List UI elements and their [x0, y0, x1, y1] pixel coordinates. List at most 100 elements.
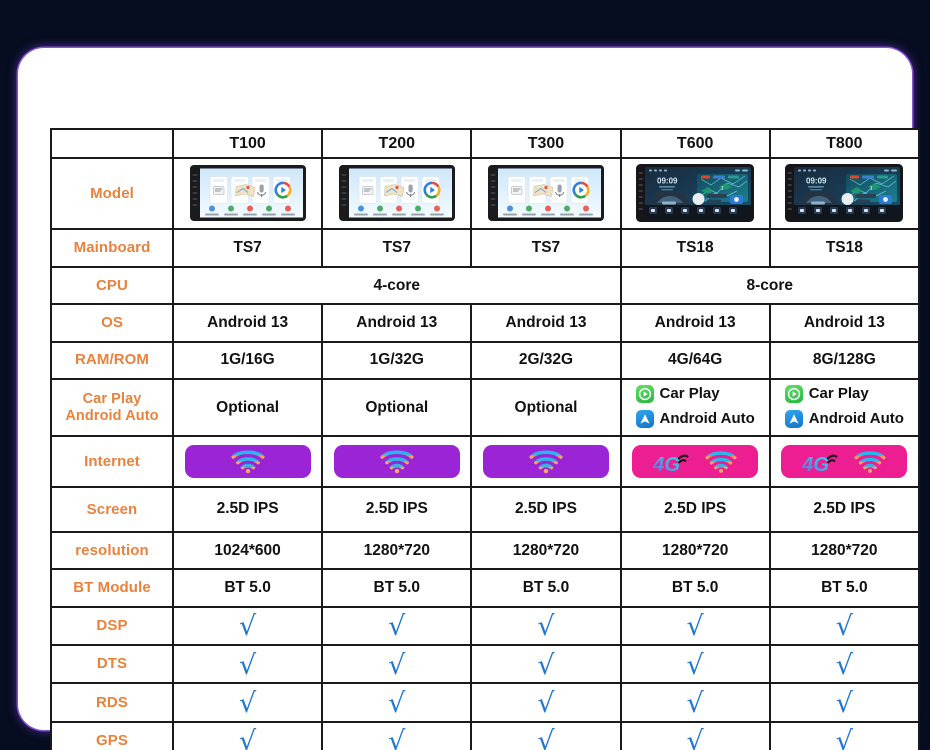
check-mark-icon: √: [537, 726, 555, 750]
column-header-t300: T300: [470, 127, 622, 160]
check-mark-icon: √: [238, 726, 257, 750]
check-mark-icon: √: [238, 649, 257, 681]
check-mark-icon: √: [686, 687, 704, 719]
ram-rom-t100: 1G/16G: [171, 340, 324, 380]
spec-table-wrapper: T100 T200 T300 T600 T800 Model 09:09 1 0…: [50, 127, 920, 750]
bt-t800: BT 5.0: [768, 568, 920, 608]
rds-t100: √: [171, 682, 324, 723]
dts-t600: √: [619, 643, 771, 685]
check-mark-icon: √: [537, 687, 555, 719]
bt-t600: BT 5.0: [619, 568, 771, 608]
internet-t800: 4G: [768, 435, 920, 488]
ram-rom-t800: 8G/128G: [768, 340, 920, 380]
gps-t600: √: [619, 720, 771, 750]
row-label-carplay-androidauto: Car Play Android Auto: [50, 377, 174, 438]
check-mark-icon: √: [835, 687, 853, 719]
carplay-line-t600: Car Play: [635, 383, 755, 405]
androidauto-label-t800: Android Auto: [808, 410, 904, 428]
screen-t800: 2.5D IPS: [768, 485, 920, 534]
row-label-cpu: CPU: [50, 266, 174, 306]
os-t600: Android 13: [619, 303, 771, 343]
row-label-resolution: resolution: [50, 531, 174, 571]
check-mark-icon: √: [388, 687, 406, 719]
rds-t600: √: [619, 682, 771, 723]
table-row-gps: GPS √ √ √ √ √: [50, 720, 920, 750]
androidauto-line-t800: Android Auto: [784, 408, 904, 430]
table-row-dts: DTS √ √ √ √ √: [50, 643, 920, 685]
internet-badge-4g-wifi: 4G: [632, 445, 759, 479]
androidauto-line-t600: Android Auto: [635, 408, 755, 430]
4g-signal-icon: 4G: [653, 454, 689, 475]
internet-badge-wifi: [184, 445, 311, 479]
svg-text:4G: 4G: [802, 454, 829, 475]
svg-text:09:09: 09:09: [806, 177, 827, 186]
4g-signal-icon: 4G: [802, 454, 838, 475]
carplay-label-t600: Car Play: [659, 385, 720, 403]
specification-table: T100 T200 T300 T600 T800 Model 09:09 1 0…: [50, 127, 920, 750]
carplay-t300: Optional: [470, 377, 622, 438]
mainboard-t300: TS7: [470, 227, 622, 269]
head-unit-device-dark: 09:09 1: [785, 164, 904, 223]
check-mark-icon: √: [835, 611, 853, 643]
head-unit-device-light: [338, 165, 455, 222]
resolution-t800: 1280*720: [768, 531, 920, 571]
bt-t100: BT 5.0: [171, 568, 324, 608]
gps-t300: √: [470, 720, 622, 750]
table-row-ram-rom: RAM/ROM 1G/16G 1G/32G 2G/32G 4G/64G 8G/1…: [50, 340, 920, 380]
wifi-icon: [705, 451, 737, 473]
column-header-t800: T800: [768, 127, 920, 160]
carplay-line-t800: Car Play: [784, 383, 904, 405]
table-row-screen: Screen 2.5D IPS 2.5D IPS 2.5D IPS 2.5D I…: [50, 485, 920, 534]
android-auto-icon: [635, 409, 654, 428]
row-label-rds: RDS: [50, 682, 174, 723]
wifi-icon: [380, 450, 414, 474]
check-mark-icon: √: [537, 611, 555, 643]
screenshot-root: T100 T200 T300 T600 T800 Model 09:09 1 0…: [0, 0, 930, 750]
svg-text:09:09: 09:09: [657, 177, 678, 186]
internet-t300: [470, 435, 622, 488]
wifi-icon: [529, 450, 563, 474]
check-mark-icon: √: [388, 649, 406, 681]
resolution-t100: 1024*600: [171, 531, 324, 571]
dts-t100: √: [171, 643, 324, 685]
check-mark-icon: √: [686, 649, 704, 681]
mainboard-t200: TS7: [321, 227, 473, 269]
header-corner-cell: [50, 127, 174, 160]
screen-t300: 2.5D IPS: [470, 485, 622, 534]
rds-t200: √: [321, 682, 473, 723]
row-label-internet: Internet: [50, 435, 174, 488]
ram-rom-t300: 2G/32G: [470, 340, 622, 380]
wifi-icon: [854, 451, 886, 473]
cpu-8core: 8-core: [619, 266, 920, 306]
bt-t200: BT 5.0: [321, 568, 473, 608]
table-row-model: Model 09:09 1 09:09 1: [50, 157, 920, 230]
head-unit-image: [176, 164, 319, 222]
dsp-t200: √: [321, 605, 473, 646]
row-label-bt-module: BT Module: [50, 568, 174, 608]
os-t100: Android 13: [171, 303, 324, 343]
table-row-carplay-androidauto: Car Play Android Auto Optional Optional …: [50, 377, 920, 438]
table-row-rds: RDS √ √ √ √ √: [50, 682, 920, 723]
internet-t600: 4G: [619, 435, 771, 488]
os-t800: Android 13: [768, 303, 920, 343]
check-mark-icon: √: [388, 611, 406, 643]
check-mark-icon: √: [238, 611, 257, 643]
head-unit-device-dark: 09:09 1: [636, 164, 755, 223]
internet-badge-wifi: [482, 445, 609, 479]
dts-t300: √: [470, 643, 622, 685]
model-image-t600: 09:09 1: [619, 157, 771, 230]
row-label-carplay-line1: Car Play: [82, 390, 142, 407]
table-row-cpu: CPU 4-core 8-core: [50, 266, 920, 306]
table-header-row: T100 T200 T300 T600 T800: [50, 127, 920, 160]
table-row-dsp: DSP √ √ √ √ √: [50, 605, 920, 646]
row-label-androidauto-line2: Android Auto: [65, 407, 159, 424]
head-unit-image: 09:09 1: [624, 163, 767, 223]
model-image-t100: [171, 157, 324, 230]
column-header-t100: T100: [171, 127, 324, 160]
carplay-label-t800: Car Play: [808, 385, 869, 403]
table-row-mainboard: Mainboard TS7 TS7 TS7 TS18 TS18: [50, 227, 920, 269]
resolution-t300: 1280*720: [470, 531, 622, 571]
android-auto-icon: [784, 409, 803, 428]
mainboard-t600: TS18: [619, 227, 771, 269]
model-image-t800: 09:09 1: [768, 157, 920, 230]
